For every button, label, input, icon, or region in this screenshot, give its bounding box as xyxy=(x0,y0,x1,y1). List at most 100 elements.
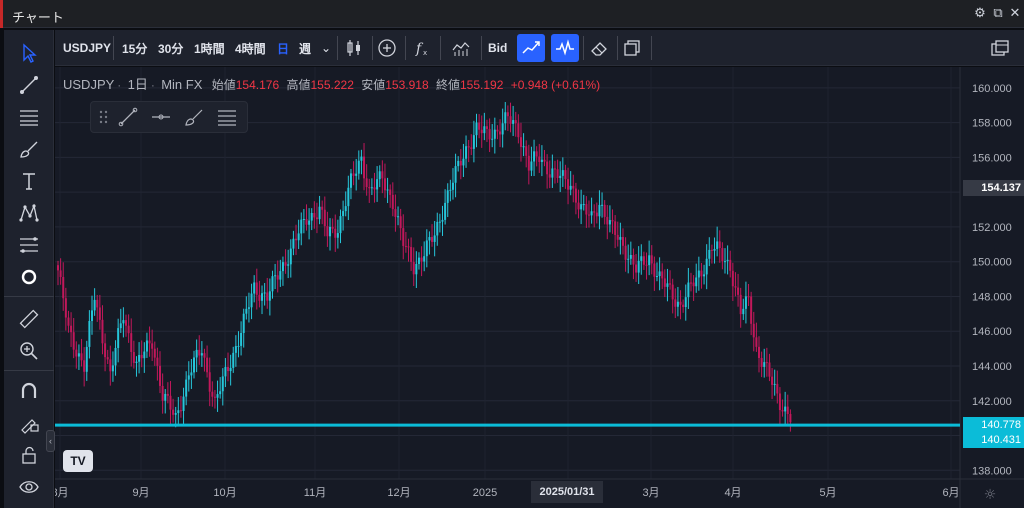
candle-body xyxy=(619,237,622,240)
candle-body xyxy=(423,256,426,262)
candle-body xyxy=(62,277,65,299)
collapse-toolbar-handle[interactable]: ‹ xyxy=(46,430,55,452)
candle-body xyxy=(499,131,502,135)
chart-pane[interactable]: 160.000158.000156.000154.000152.000150.0… xyxy=(55,67,1024,508)
candle-body xyxy=(258,294,261,301)
toolbar-divider xyxy=(440,36,441,60)
candle-body xyxy=(561,170,564,176)
symbol-selector[interactable]: USDJPY xyxy=(63,30,111,66)
day-interval-icon[interactable]: 日 xyxy=(277,30,289,66)
unlock-icon[interactable] xyxy=(13,440,45,470)
candle-body xyxy=(247,307,250,309)
candle-body xyxy=(216,394,219,398)
interval-dropdown-chevron-icon[interactable]: ⌄ xyxy=(321,30,331,66)
indicator-chart-icon[interactable] xyxy=(447,34,475,62)
horizontal-lines-icon[interactable] xyxy=(13,102,45,132)
last-price-tag: 154.137 xyxy=(963,180,1024,196)
candle-body xyxy=(483,126,486,134)
float-lines-icon[interactable] xyxy=(216,106,242,130)
candle-body xyxy=(302,218,305,220)
toolbar-divider xyxy=(651,36,652,60)
candle-body xyxy=(185,379,188,397)
candle-body xyxy=(614,221,617,235)
interval-1h[interactable]: 1時間 xyxy=(194,30,225,66)
fib-retracement-icon[interactable] xyxy=(13,230,45,260)
bid-price-toggle[interactable]: Bid xyxy=(488,30,507,66)
candle-body xyxy=(394,209,397,217)
candle-body xyxy=(548,174,551,178)
candle-body xyxy=(245,308,248,314)
interval-15m[interactable]: 15分 xyxy=(122,30,147,66)
interval-week[interactable]: 週 xyxy=(299,30,311,66)
candle-body xyxy=(64,298,67,318)
candle-body xyxy=(360,156,363,161)
pattern-icon[interactable] xyxy=(13,198,45,228)
float-trendline-icon[interactable] xyxy=(117,106,143,130)
candle-body xyxy=(475,122,478,136)
candle-body xyxy=(72,332,75,350)
candle-body xyxy=(485,126,488,129)
candle-body xyxy=(784,406,787,412)
candle-body xyxy=(598,204,601,217)
candle-body xyxy=(645,264,648,266)
candle-body xyxy=(255,282,258,295)
candle-body xyxy=(697,270,700,278)
trendline-icon[interactable] xyxy=(13,70,45,100)
trend-chart-toggle-icon[interactable] xyxy=(517,34,545,62)
time-tick-label: 4月 xyxy=(724,487,741,499)
candle-body xyxy=(389,189,392,195)
duplicate-icon[interactable] xyxy=(618,34,646,62)
candle-body xyxy=(731,270,734,287)
zoom-in-icon[interactable] xyxy=(13,336,45,366)
magnet-icon[interactable] xyxy=(13,376,45,406)
lock-drawing-icon[interactable] xyxy=(13,408,45,438)
layout-switch-icon[interactable] xyxy=(986,34,1014,62)
visibility-eye-icon[interactable] xyxy=(13,472,45,502)
candle-body xyxy=(624,245,627,260)
float-hline-icon[interactable] xyxy=(150,106,176,130)
compare-add-icon[interactable] xyxy=(373,34,401,62)
candlestick-type-icon[interactable] xyxy=(340,34,368,62)
close-icon[interactable]: ✕ xyxy=(1007,5,1023,21)
candle-body xyxy=(603,204,606,217)
cursor-arrow-icon[interactable] xyxy=(13,38,45,68)
chart-legend: USDJPY · 1日 · Min FX 始値154.176 高値155.222 安… xyxy=(63,77,601,92)
pulse-chart-toggle-icon[interactable] xyxy=(551,34,579,62)
candle-body xyxy=(381,171,384,179)
candle-body xyxy=(261,293,264,301)
candle-body xyxy=(493,129,496,139)
candle-body xyxy=(240,332,243,346)
candle-body xyxy=(132,351,135,363)
candle-body xyxy=(611,220,614,222)
candle-body xyxy=(234,346,237,353)
candle-body xyxy=(363,156,366,179)
price-chart[interactable]: 160.000158.000156.000154.000152.000150.0… xyxy=(55,67,1024,508)
candle-body xyxy=(326,226,329,237)
candle-body xyxy=(658,271,661,277)
drag-handle-icon[interactable] xyxy=(93,106,109,130)
toolbar-divider xyxy=(481,36,482,60)
interval-4h[interactable]: 4時間 xyxy=(235,30,266,66)
interval-30m[interactable]: 30分 xyxy=(158,30,183,66)
candle-body xyxy=(106,357,109,360)
text-tool-icon[interactable] xyxy=(13,166,45,196)
candle-body xyxy=(153,348,156,358)
candle-body xyxy=(410,246,413,262)
candle-body xyxy=(470,147,473,149)
popout-icon[interactable]: ⧉ xyxy=(990,5,1006,21)
candle-body xyxy=(716,241,719,249)
candle-body xyxy=(187,375,190,380)
ruler-icon[interactable] xyxy=(13,304,45,334)
indicators-fx-icon[interactable]: fx xyxy=(408,34,436,62)
price-tick-label: 158.000 xyxy=(972,118,1012,130)
candle-body xyxy=(368,187,371,189)
float-brush-icon[interactable] xyxy=(183,106,209,130)
window-titlebar: チャート ⚙ ⧉ ✕ xyxy=(0,0,1024,28)
candle-body xyxy=(556,169,559,179)
price-tick-label: 146.000 xyxy=(972,326,1012,338)
brush-icon[interactable] xyxy=(13,134,45,164)
record-circle-icon[interactable] xyxy=(13,262,45,292)
candle-body xyxy=(98,307,101,320)
settings-gear-icon[interactable]: ⚙ xyxy=(972,5,988,21)
eraser-icon[interactable] xyxy=(585,34,613,62)
